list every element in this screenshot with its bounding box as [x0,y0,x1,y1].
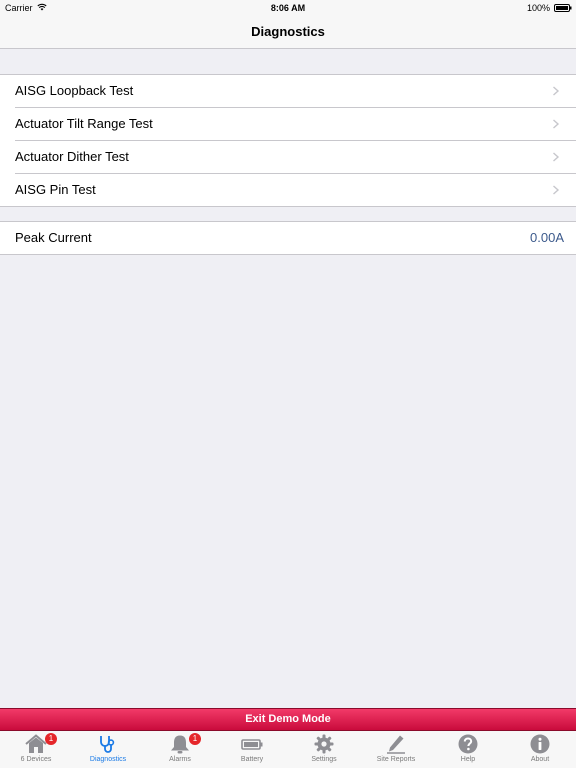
test-label: Actuator Dither Test [15,149,129,164]
diagnostic-tests-list: AISG Loopback Test Actuator Tilt Range T… [0,74,576,207]
clock-time: 8:06 AM [270,3,306,13]
help-icon [458,734,478,754]
tab-label: 6 Devices [20,756,52,763]
tab-settings[interactable]: Settings [288,731,360,768]
tab-diagnostics[interactable]: Diagnostics [72,731,144,768]
peak-current-row: Peak Current 0.00A [15,222,576,254]
tab-label: Settings [311,756,337,763]
gear-icon [314,734,334,754]
test-row-actuator-dither[interactable]: Actuator Dither Test [15,141,576,174]
chevron-right-icon [553,152,560,162]
battery-level-icon [554,4,572,12]
test-label: AISG Loopback Test [15,83,134,98]
devices-badge: 1 [45,733,57,745]
tab-label: About [530,756,550,763]
tab-about[interactable]: About [504,731,576,768]
battery-percent: 100% [526,3,550,13]
tab-alarms[interactable]: 1 Alarms [144,731,216,768]
test-label: AISG Pin Test [15,182,96,197]
navigation-bar: Diagnostics [0,16,576,49]
test-row-aisg-loopback[interactable]: AISG Loopback Test [15,75,576,108]
tab-label: Site Reports [376,756,416,763]
test-row-aisg-pin[interactable]: AISG Pin Test [15,174,576,206]
tab-label: Alarms [169,756,191,763]
alarms-badge: 1 [189,733,201,745]
test-label: Actuator Tilt Range Test [15,116,153,131]
battery-icon [241,739,263,750]
tab-battery[interactable]: Battery [216,731,288,768]
tab-label: Battery [240,756,264,763]
tab-help[interactable]: Help [432,731,504,768]
tab-devices[interactable]: 1 6 Devices [0,731,72,768]
peak-current-value: 0.00A [530,230,564,245]
tab-bar: 1 6 Devices Diagnostics 1 Alarms Battery [0,731,576,768]
status-bar: Carrier 8:06 AM 100% [0,0,576,16]
test-row-actuator-tilt-range[interactable]: Actuator Tilt Range Test [15,108,576,141]
tab-site-reports[interactable]: Site Reports [360,731,432,768]
tab-label: Diagnostics [89,756,127,763]
peak-current-group: Peak Current 0.00A [0,221,576,255]
exit-demo-mode-button[interactable]: Exit Demo Mode [0,708,576,731]
chevron-right-icon [553,185,560,195]
chevron-right-icon [553,119,560,129]
info-icon [530,734,550,754]
chevron-right-icon [553,86,560,96]
tab-label: Help [460,756,476,763]
peak-current-label: Peak Current [15,230,92,245]
stethoscope-icon [100,736,115,753]
pencil-icon [387,735,405,754]
page-title: Diagnostics [251,24,325,39]
